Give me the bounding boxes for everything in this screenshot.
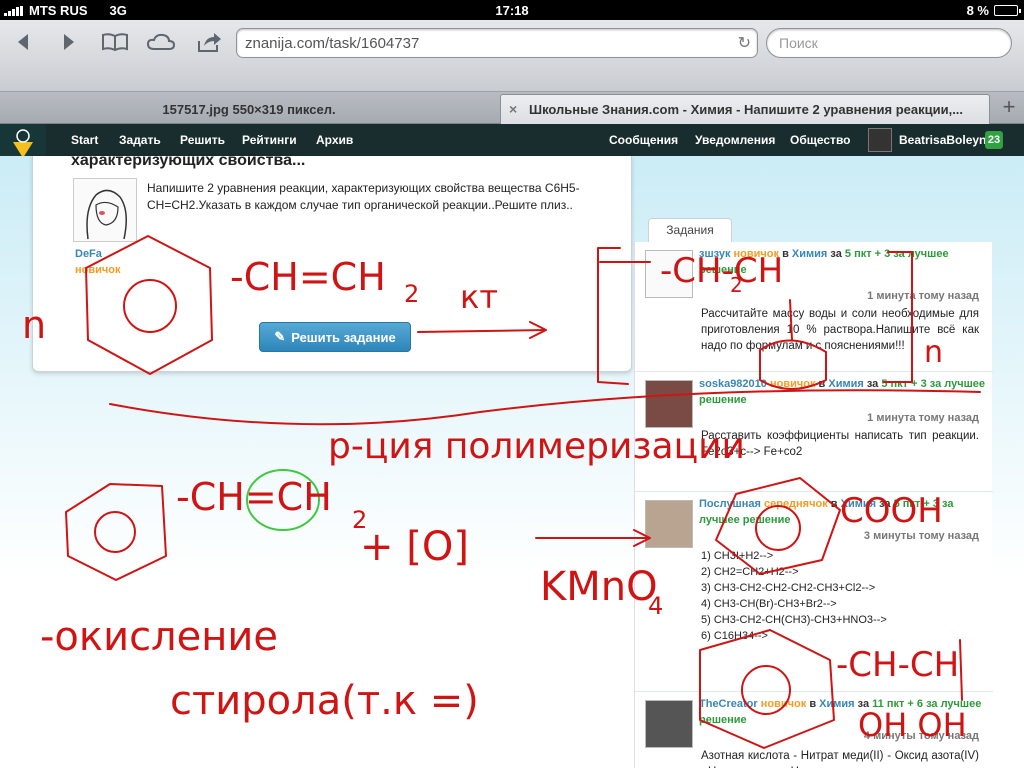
avatar[interactable]: [645, 500, 693, 548]
avatar[interactable]: [645, 380, 693, 428]
nav-ask[interactable]: Задать: [119, 133, 161, 147]
tab-tasks[interactable]: Задания: [648, 218, 732, 242]
task-line: 1) CH3I+H2-->: [701, 550, 774, 562]
list-item[interactable]: Послушная середнячок в Химия за 5 пкт + …: [635, 492, 993, 692]
task-author-rank: новичок: [75, 264, 121, 276]
task-rank: новичок: [733, 248, 780, 260]
nav-solve[interactable]: Решить: [180, 133, 225, 147]
task-time: 4 минуты тому назад: [863, 730, 979, 742]
task-title: характеризующих свойства...: [71, 152, 306, 169]
battery-icon: [994, 5, 1021, 16]
task-za: за: [830, 248, 842, 260]
browser-toolbar: znanija.com/task/1604737 ↻ Поиск: [0, 20, 1024, 92]
list-item[interactable]: soska982010 новичок в Химия за 5 пкт + 3…: [635, 372, 993, 492]
list-item[interactable]: TheCreator новичок в Химия за 11 пкт + 6…: [635, 692, 993, 768]
task-time: 1 минута тому назад: [867, 290, 979, 302]
forward-icon[interactable]: [52, 28, 86, 56]
task-card: характеризующих свойства... DeFa новичок…: [32, 152, 632, 372]
url-text: znanija.com/task/1604737: [245, 35, 420, 52]
back-icon[interactable]: [6, 28, 40, 56]
task-rank: середнячок: [763, 498, 828, 510]
avatar[interactable]: [73, 178, 137, 242]
task-line: 4) CH3-CH(Br)-CH3+Br2-->: [701, 598, 837, 610]
task-za: за: [879, 498, 891, 510]
address-bar[interactable]: znanija.com/task/1604737 ↻: [236, 28, 758, 58]
share-icon[interactable]: [192, 28, 226, 56]
task-rank: новичок: [760, 698, 807, 710]
task-in: в: [782, 248, 789, 260]
nav-start[interactable]: Start: [71, 133, 98, 147]
task-time: 1 минута тому назад: [867, 412, 979, 424]
tab-znanija[interactable]: × Школьные Знания.com - Химия - Напишите…: [500, 94, 990, 124]
task-line: 6) C16H34-->: [701, 630, 768, 642]
nav-username[interactable]: BeatrisaBoleyn: [899, 133, 986, 147]
task-user[interactable]: зшзук: [699, 248, 730, 260]
battery-percent: 8 %: [966, 3, 989, 18]
nav-archive[interactable]: Архив: [316, 133, 353, 147]
close-icon[interactable]: ×: [509, 101, 517, 117]
list-item[interactable]: зшзук новичок в Химия за 5 пкт + 3 за лу…: [635, 242, 993, 372]
task-in: в: [818, 378, 826, 390]
task-za: за: [866, 378, 879, 390]
tasks-list: зшзук новичок в Химия за 5 пкт + 3 за лу…: [634, 242, 993, 768]
search-input[interactable]: Поиск: [766, 28, 1012, 58]
avatar[interactable]: [868, 128, 892, 152]
task-meta: зшзук новичок в Химия за 5 пкт + 3 за лу…: [699, 246, 989, 278]
pencil-icon: ✎: [274, 329, 286, 344]
task-subject[interactable]: Химия: [841, 498, 876, 510]
clock: 17:18: [495, 3, 529, 18]
task-user[interactable]: soska982010: [699, 378, 767, 390]
task-text: Рассчитайте массу воды и соли необходимы…: [701, 308, 979, 352]
reload-icon[interactable]: ↻: [738, 33, 751, 53]
task-text: Расставить коэффициенты написать тип реа…: [701, 430, 979, 458]
tab-label: Школьные Знания.com - Химия - Напишите 2…: [529, 102, 964, 117]
task-line: 3) CH3-CH2-CH2-CH2-CH3+Cl2-->: [701, 582, 876, 594]
bookmarks-icon[interactable]: [98, 28, 132, 56]
task-in: в: [830, 498, 838, 510]
task-text: 1) CH3I+H2--> 2) CH2=CH2+H2--> 3) CH3-CH…: [701, 548, 979, 644]
task-line: 5) CH3-CH2-CH(CH3)-CH3+HNO3-->: [701, 614, 887, 626]
nav-messages[interactable]: Сообщения: [609, 133, 678, 147]
task-user[interactable]: TheCreator: [699, 698, 758, 710]
solve-task-button[interactable]: ✎ Решить задание: [259, 322, 411, 352]
avatar[interactable]: [645, 700, 693, 748]
solve-task-label: Решить задание: [291, 329, 396, 345]
task-subject[interactable]: Химия: [792, 248, 827, 260]
task-time: 3 минуты тому назад: [863, 530, 979, 542]
task-user[interactable]: Послушная: [699, 498, 761, 510]
tab-bar: 157517.jpg 550×319 пиксел. × Школьные Зн…: [0, 92, 1024, 124]
task-rank: новичок: [769, 378, 816, 390]
points-badge: 23: [985, 131, 1003, 149]
nav-notifications[interactable]: Уведомления: [695, 133, 775, 147]
task-meta: soska982010 новичок в Химия за 5 пкт + 3…: [699, 376, 989, 408]
avatar[interactable]: [645, 250, 693, 298]
nav-community[interactable]: Общество: [790, 133, 851, 147]
task-in: в: [809, 698, 817, 710]
nav-ratings[interactable]: Рейтинги: [242, 133, 297, 147]
task-meta: TheCreator новичок в Химия за 11 пкт + 6…: [699, 696, 989, 728]
tab-image[interactable]: 157517.jpg 550×319 пиксел.: [0, 94, 498, 124]
status-bar: MTS RUS 3G 17:18 8 %: [0, 0, 1024, 20]
task-meta: Послушная середнячок в Химия за 5 пкт + …: [699, 496, 989, 528]
tasks-sidebar: Задания зшзук новичок в Химия за 5 пкт +…: [634, 156, 993, 768]
task-line: 2) CH2=CH2+H2-->: [701, 566, 799, 578]
new-tab-button[interactable]: +: [996, 94, 1022, 122]
icloud-tabs-icon[interactable]: [144, 28, 178, 56]
task-za: за: [857, 698, 870, 710]
bookmarks-bar: [0, 66, 1024, 92]
task-subject[interactable]: Химия: [819, 698, 854, 710]
task-author[interactable]: DeFa: [75, 248, 102, 260]
task-subject[interactable]: Химия: [828, 378, 863, 390]
task-text: Азотная кислота - Нитрат меди(II) - Окси…: [701, 750, 979, 768]
tab-label: 157517.jpg 550×319 пиксел.: [162, 101, 336, 117]
task-text: Напишите 2 уравнения реакции, характериз…: [147, 181, 580, 212]
